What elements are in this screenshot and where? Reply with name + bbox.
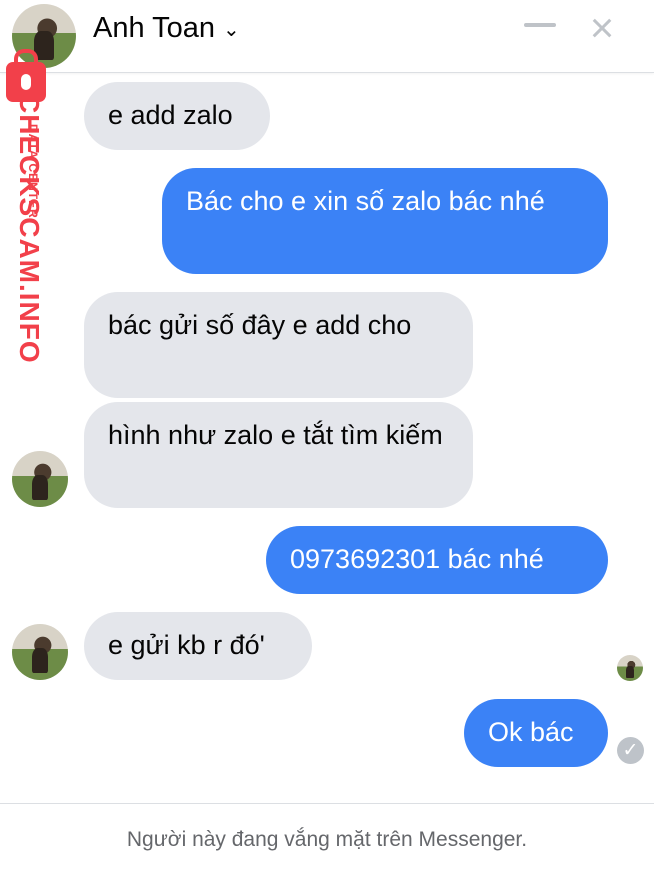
chat-header: Anh Toan ⌄ × (0, 0, 654, 73)
read-receipt-avatar (617, 655, 643, 681)
incoming-message: hình như zalo e tắt tìm kiếm (84, 402, 473, 508)
outgoing-message: Ok bác (464, 699, 608, 767)
incoming-message: e add zalo (84, 82, 270, 150)
presence-footer: Người này đang vắng mặt trên Messenger. (0, 803, 654, 875)
minimize-icon[interactable] (524, 23, 556, 27)
contact-avatar[interactable] (12, 451, 68, 507)
close-icon[interactable]: × (582, 7, 622, 49)
presence-status-text: Người này đang vắng mặt trên Messenger. (126, 827, 528, 851)
outgoing-message: Bác cho e xin số zalo bác nhé (162, 168, 608, 274)
check-circle-icon: ✓ (617, 737, 644, 764)
contact-avatar[interactable] (12, 4, 76, 68)
chevron-down-icon: ⌄ (223, 19, 240, 41)
contact-name: Anh Toan (93, 12, 216, 44)
incoming-message: e gửi kb r đó' (84, 612, 312, 680)
contact-name-button[interactable]: Anh Toan ⌄ (93, 12, 240, 45)
outgoing-message: 0973692301 bác nhé (266, 526, 608, 594)
incoming-message: bác gửi số đây e add cho (84, 292, 473, 398)
contact-avatar[interactable] (12, 624, 68, 680)
message-thread: e add zalo Bác cho e xin số zalo bác nhé… (0, 72, 654, 802)
